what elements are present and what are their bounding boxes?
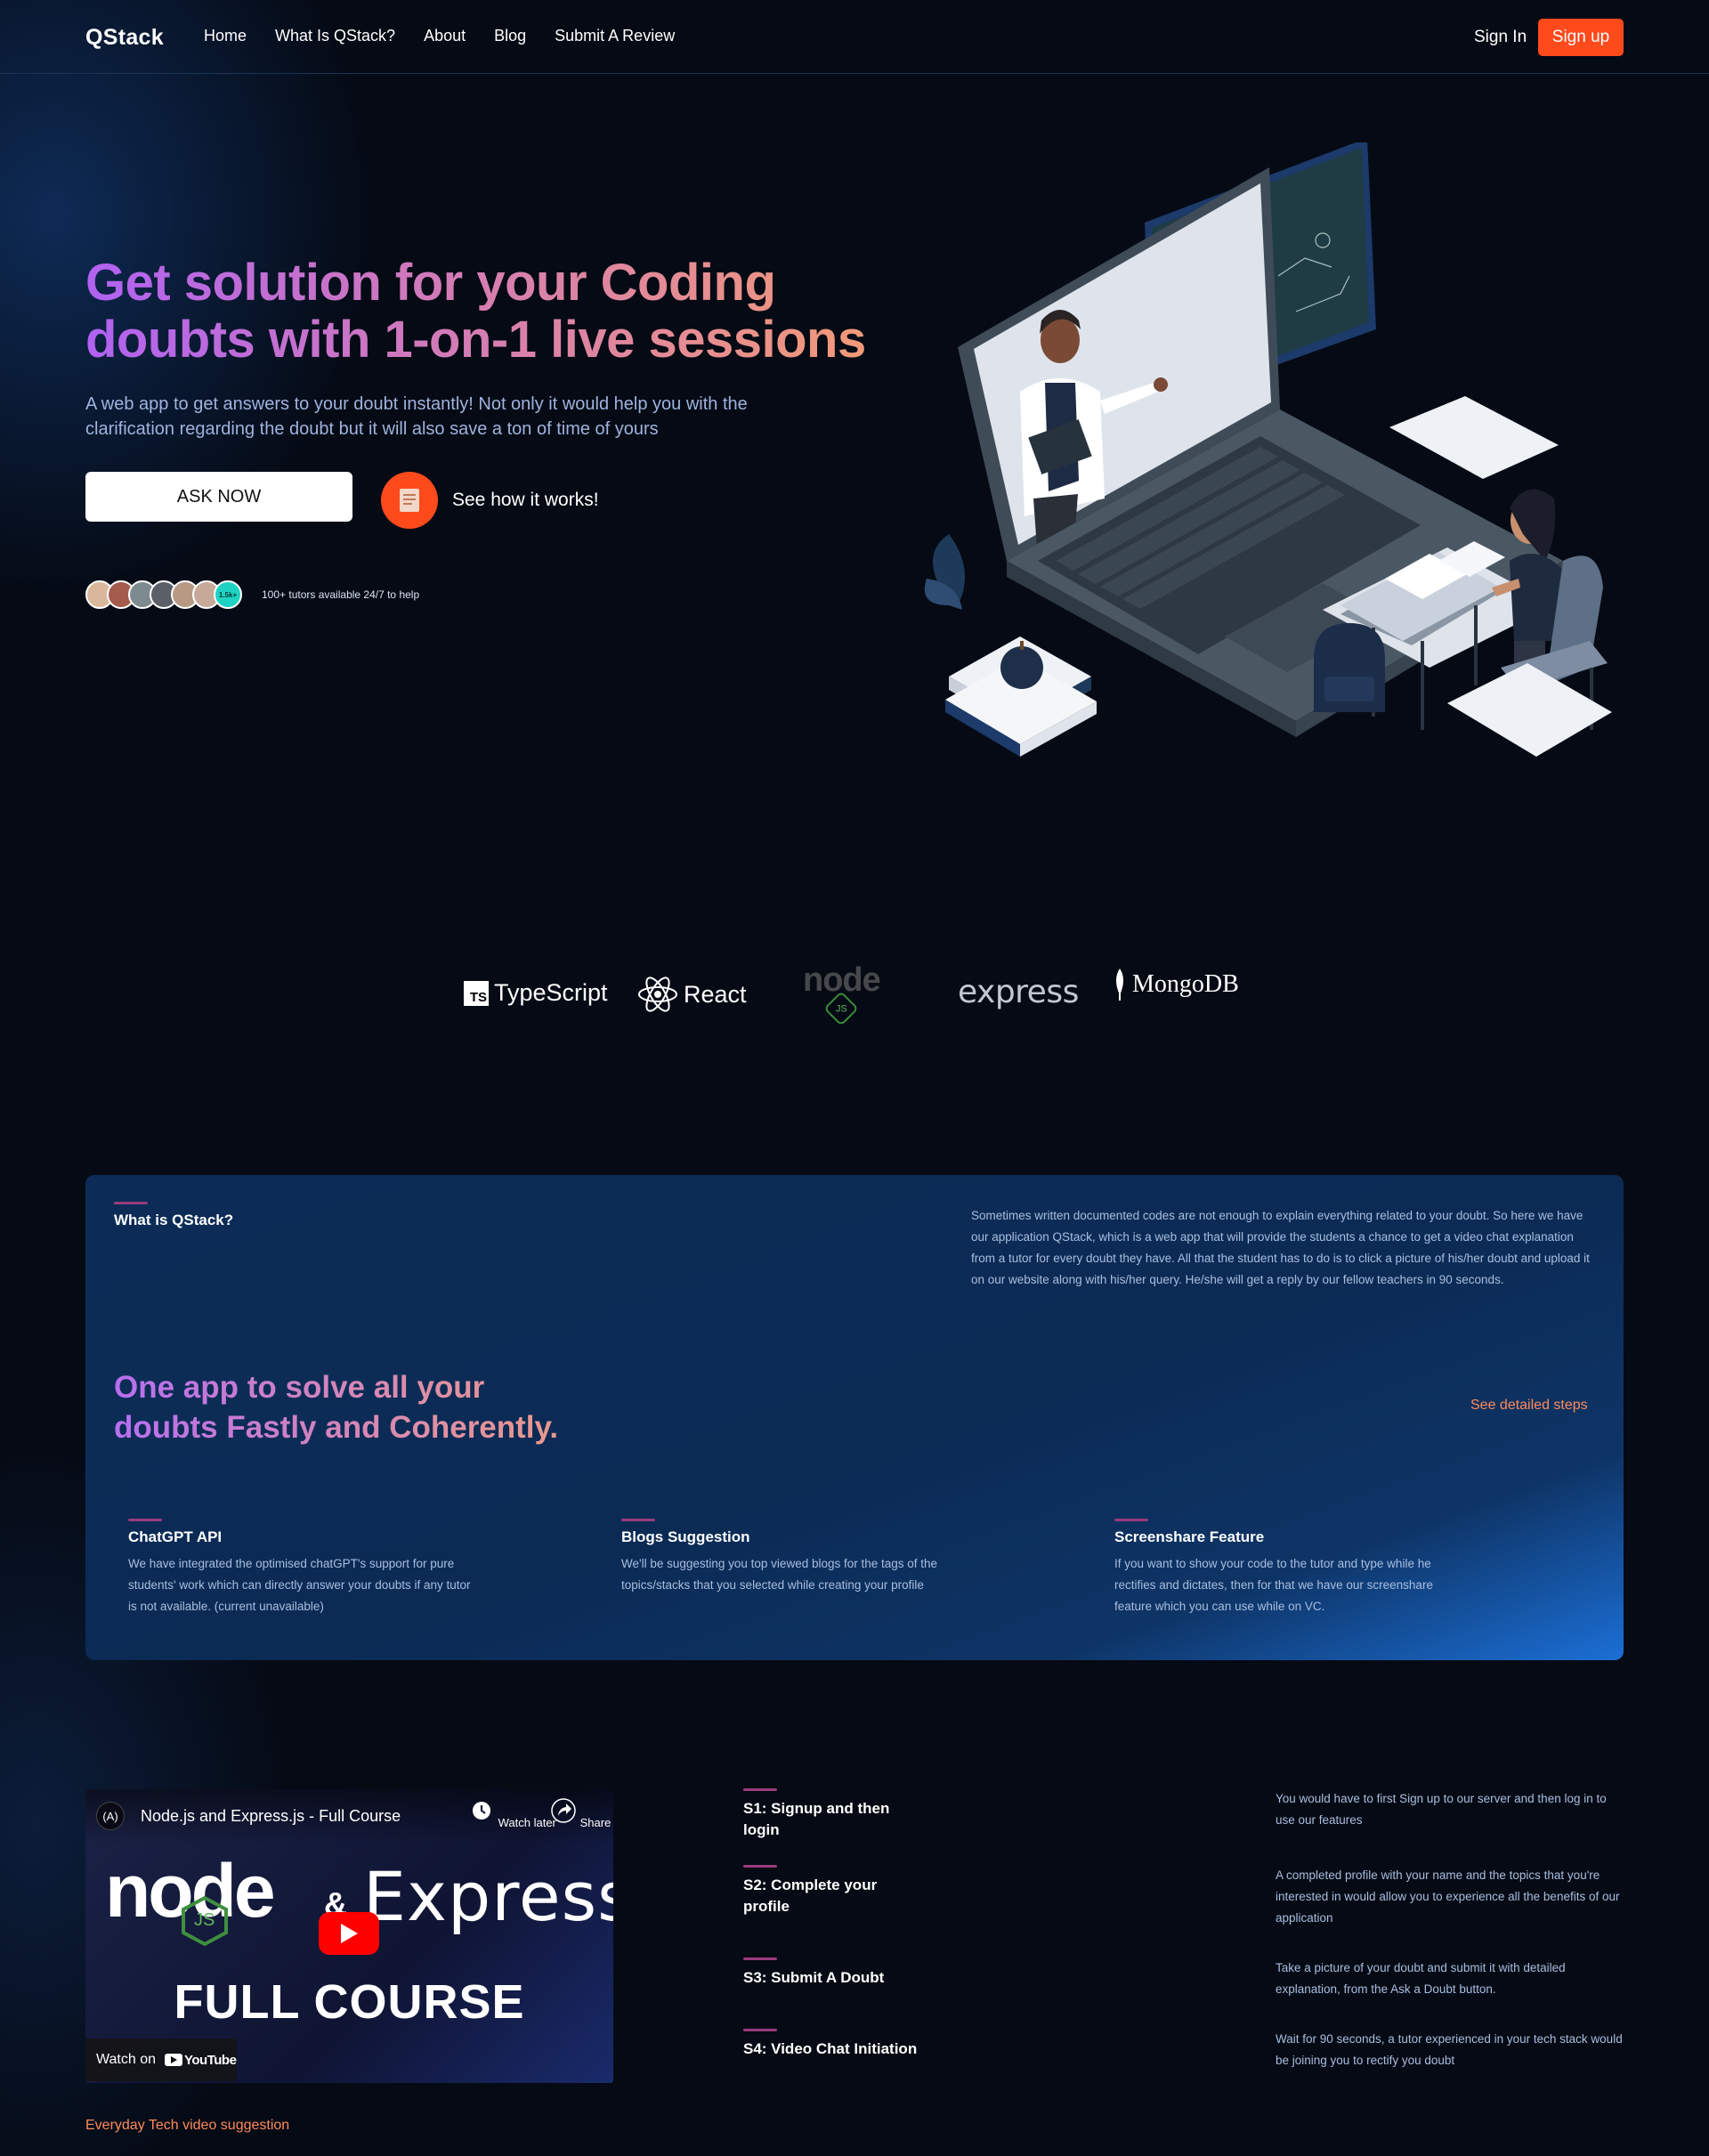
logo[interactable]: QStack <box>85 25 164 51</box>
react-label: React <box>684 980 747 1008</box>
tutor-count-badge: 1.5k+ <box>214 580 242 609</box>
youtube-play-icon <box>165 2054 182 2066</box>
express-logo: express <box>958 974 1079 1010</box>
feature-blogs-suggestion: Blogs Suggestion We'll be suggesting you… <box>621 1519 995 1596</box>
accent-bar <box>114 1202 148 1204</box>
nav-link-blog[interactable]: Blog <box>494 27 526 45</box>
video-title[interactable]: Node.js and Express.js - Full Course <box>141 1807 401 1826</box>
feature-chatgpt-api: ChatGPT API We have integrated the optim… <box>128 1519 502 1617</box>
youtube-video-embed[interactable]: (A) Node.js and Express.js - Full Course… <box>85 1789 613 2083</box>
play-button[interactable] <box>319 1912 379 1955</box>
mongodb-logo: MongoDB <box>1113 969 1239 1001</box>
clock-icon <box>473 1802 490 1820</box>
hero-illustration <box>924 142 1612 757</box>
feature-description: If you want to show your code to the tut… <box>1114 1557 1433 1613</box>
hero-title-line-1: Get solution for your Coding <box>85 254 776 312</box>
accent-bar <box>128 1519 162 1521</box>
nodejs-thumbnail-logo: node JS <box>105 1843 319 1946</box>
what-is-qstack-card: What is QStack? Sometimes written docume… <box>85 1175 1624 1660</box>
step-4-description: Wait for 90 seconds, a tutor experienced… <box>1276 2032 1623 2067</box>
sign-in-link[interactable]: Sign In <box>1474 28 1527 47</box>
accent-bar <box>743 1865 777 1868</box>
what-is-qstack-label: What is QStack? <box>114 1212 234 1228</box>
feature-title: Screenshare Feature <box>1114 1528 1265 1545</box>
accent-bar <box>1114 1519 1148 1521</box>
step-1: S1: Signup and then login <box>743 1788 921 1841</box>
nav-links: Home What Is QStack? About Blog Submit A… <box>204 27 675 45</box>
top-navbar: QStack Home What Is QStack? About Blog S… <box>0 0 1709 74</box>
typescript-icon: TS <box>464 980 489 1006</box>
step-title: S4: Video Chat Initiation <box>743 2040 918 2057</box>
nav-link-about[interactable]: About <box>424 27 466 45</box>
document-icon <box>381 472 438 529</box>
mongodb-leaf-icon <box>1116 969 1123 1001</box>
ask-now-button[interactable]: ASK NOW <box>85 472 352 522</box>
share-button[interactable]: Share <box>550 1798 611 1829</box>
typescript-label: TypeScript <box>494 979 608 1006</box>
accent-bar <box>743 2029 777 2031</box>
step-2: S2: Complete your profile <box>743 1865 921 1917</box>
typescript-logo: TS TypeScript <box>464 979 608 1007</box>
feature-title: Blogs Suggestion <box>621 1528 750 1545</box>
nodejs-logo: node JS <box>803 961 881 1026</box>
step-1-description: You would have to first Sign up to our s… <box>1276 1792 1607 1827</box>
step-title: S3: Submit A Doubt <box>743 1969 885 1986</box>
thumbnail-express: Express <box>363 1857 613 1936</box>
youtube-logo: YouTube <box>165 2053 237 2068</box>
channel-avatar[interactable]: (A) <box>96 1802 125 1830</box>
tutors-available-text: 100+ tutors available 24/7 to help <box>262 588 420 601</box>
nav-link-what-is-qstack[interactable]: What Is QStack? <box>275 27 395 45</box>
what-is-qstack-eyebrow: What is QStack? <box>114 1202 233 1229</box>
watch-later-button[interactable]: Watch later <box>468 1798 556 1829</box>
hero-title-line-2: doubts with 1-on-1 live sessions <box>85 311 866 369</box>
about-heading-line-1: One app to solve all your <box>114 1370 485 1405</box>
mongodb-label: MongoDB <box>1132 970 1239 998</box>
see-how-it-works-label: See how it works! <box>452 490 599 510</box>
play-icon <box>341 1924 358 1943</box>
video-caption: Everyday Tech video suggestion <box>85 2118 290 2133</box>
nav-link-submit-review[interactable]: Submit A Review <box>555 27 675 45</box>
step-3: S3: Submit A Doubt <box>743 1957 921 1989</box>
about-heading-line-2: doubts Fastly and Coherently. <box>114 1410 559 1445</box>
feature-title: ChatGPT API <box>128 1528 223 1545</box>
express-label: express <box>958 974 1079 1010</box>
watch-on-youtube-button[interactable]: Watch on YouTube <box>85 2038 237 2081</box>
hero-subtitle: A web app to get answers to your doubt i… <box>85 394 748 439</box>
see-detailed-steps-link[interactable]: See detailed steps <box>1470 1398 1588 1414</box>
share-icon <box>551 1798 576 1823</box>
thumbnail-full-course: FULL COURSE <box>174 1975 525 2029</box>
step-2-description: A completed profile with your name and t… <box>1276 1868 1620 1925</box>
feature-description: We have integrated the optimised chatGPT… <box>128 1557 471 1613</box>
feature-screenshare: Screenshare Feature If you want to show … <box>1114 1519 1488 1617</box>
hero-title: Get solution for your Coding doubts with… <box>85 255 869 369</box>
step-4: S4: Video Chat Initiation <box>743 2029 921 2060</box>
see-how-it-works-button[interactable]: See how it works! <box>381 472 599 529</box>
step-title: S1: Signup and then login <box>743 1800 890 1838</box>
react-logo: React <box>637 976 747 1013</box>
accent-bar <box>743 1957 777 1960</box>
feature-description: We'll be suggesting you top viewed blogs… <box>621 1557 938 1592</box>
step-title: S2: Complete your profile <box>743 1876 878 1915</box>
nav-link-home[interactable]: Home <box>204 27 247 45</box>
tutor-avatars: 1.5k+ <box>85 580 242 609</box>
sign-up-button[interactable]: Sign up <box>1538 19 1624 56</box>
accent-bar <box>743 1788 777 1791</box>
tech-stack-logos: TS TypeScript React node JS express Mong… <box>0 961 1709 1033</box>
what-is-qstack-description: Sometimes written documented codes are n… <box>971 1209 1590 1286</box>
accent-bar <box>621 1519 655 1521</box>
step-3-description: Take a picture of your doubt and submit … <box>1276 1961 1566 1996</box>
react-icon <box>638 977 677 1012</box>
about-heading: One app to solve all your doubts Fastly … <box>114 1367 648 1447</box>
